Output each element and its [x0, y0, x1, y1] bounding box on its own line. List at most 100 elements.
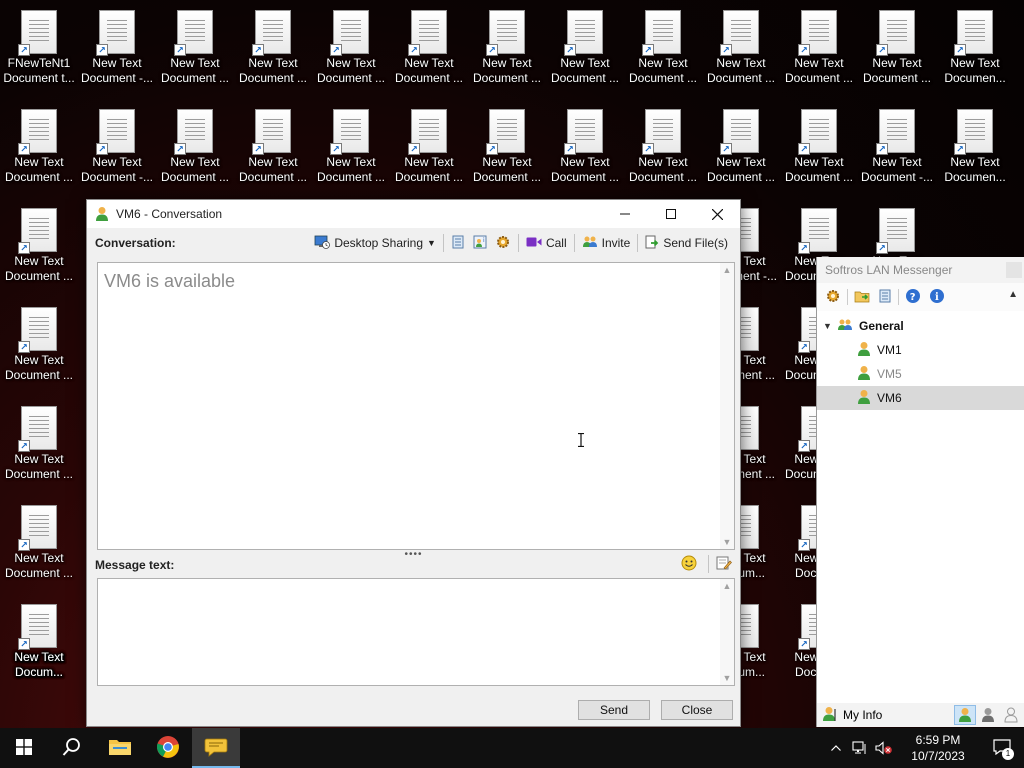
message-input[interactable]: ▲ ▼: [97, 578, 735, 686]
shortcut-arrow-icon: ↗: [798, 539, 810, 551]
search-button[interactable]: [48, 728, 96, 768]
status-offline-button[interactable]: [1000, 705, 1022, 725]
history-scrollbar[interactable]: ▲ ▼: [720, 263, 734, 549]
desktop-file-icon[interactable]: ↗ New Text Documen...: [937, 99, 1013, 195]
scroll-up-icon[interactable]: ▲: [720, 579, 734, 593]
desktop-file-icon[interactable]: ↗New Text Document ...: [703, 0, 779, 96]
desktop-file-icon[interactable]: ↗New Text Document ...: [1, 495, 77, 591]
text-document-icon: ↗: [174, 109, 213, 155]
group-general[interactable]: ▼ General: [817, 314, 1024, 338]
scroll-up-icon[interactable]: ▲: [720, 263, 734, 277]
desktop-file-icon[interactable]: ↗New Text Document ...: [469, 99, 545, 195]
desktop-file-icon[interactable]: ↗New Text Document ...: [1, 396, 77, 492]
notification-center-button[interactable]: 1: [980, 728, 1024, 768]
lan-close-button[interactable]: [1006, 262, 1022, 278]
history-icon[interactable]: [878, 289, 892, 306]
file-explorer-button[interactable]: [96, 728, 144, 768]
desktop-file-icon[interactable]: ↗New Text Document ...: [625, 0, 701, 96]
invite-button[interactable]: Invite: [578, 232, 635, 254]
emoji-button[interactable]: [681, 555, 697, 574]
maximize-button[interactable]: [648, 200, 694, 228]
info-icon[interactable]: i: [929, 288, 945, 307]
desktop-file-icon[interactable]: ↗New Text Document ...: [703, 99, 779, 195]
network-icon[interactable]: [848, 728, 872, 768]
close-window-button[interactable]: [694, 200, 740, 228]
desktop-file-icon[interactable]: ↗New Text Document -...: [79, 0, 155, 96]
desktop-file-icon[interactable]: ↗New Text Document ...: [781, 0, 857, 96]
desktop-file-label: New Text Document -...: [80, 155, 154, 184]
chevron-up-icon[interactable]: ▲: [1008, 289, 1018, 300]
desktop-file-icon[interactable]: ↗New Text Document ...: [235, 99, 311, 195]
call-button[interactable]: Call: [522, 232, 571, 254]
desktop-file-icon[interactable]: ↗New Text Document ...: [157, 99, 233, 195]
contact-vm1[interactable]: VM1: [817, 338, 1024, 362]
volume-muted-icon[interactable]: [872, 728, 896, 768]
desktop-file-icon[interactable]: ↗New Text Document ...: [859, 0, 935, 96]
desktop-file-label: New Text Document ...: [550, 56, 620, 85]
status-online-button[interactable]: [954, 705, 976, 725]
desktop-file-label: New Text Document ...: [784, 56, 854, 85]
desktop-file-icon[interactable]: ↗New Text Document ...: [469, 0, 545, 96]
desktop-file-icon[interactable]: ↗New Text Document ...: [157, 0, 233, 96]
desktop-file-icon[interactable]: ↗New Text Document ...: [391, 0, 467, 96]
desktop-file-icon[interactable]: ↗New Text Document ...: [1, 297, 77, 393]
clock[interactable]: 6:59 PM 10/7/2023: [902, 732, 974, 764]
desktop-file-icon[interactable]: ↗New Text Document ...: [313, 99, 389, 195]
desktop-file-icon[interactable]: ↗New Text Document ...: [391, 99, 467, 195]
send-button[interactable]: Send: [578, 700, 650, 720]
chevron-down-icon[interactable]: ▼: [823, 321, 835, 331]
contact-vm5[interactable]: VM5: [817, 362, 1024, 386]
chevron-up-icon[interactable]: [824, 728, 848, 768]
message-text-label: Message text:: [95, 558, 175, 572]
help-icon[interactable]: ?: [905, 288, 921, 307]
desktop-file-icon[interactable]: ↗New Text Document ...: [625, 99, 701, 195]
scroll-down-icon[interactable]: ▼: [720, 671, 734, 685]
history-button[interactable]: [447, 232, 469, 254]
gear-icon[interactable]: [825, 288, 841, 307]
pane-splitter[interactable]: ••••: [87, 550, 740, 560]
text-document-icon: ↗: [330, 109, 369, 155]
scroll-down-icon[interactable]: ▼: [720, 535, 734, 549]
desktop-file-icon[interactable]: ↗New Text Document -...: [79, 99, 155, 195]
desktop-file-label: New Text Document ...: [160, 155, 230, 184]
desktop-file-icon[interactable]: ↗New Text Document ...: [547, 0, 623, 96]
contact-vm6[interactable]: VM6: [817, 386, 1024, 410]
status-away-button[interactable]: [977, 705, 999, 725]
send-files-button[interactable]: Send File(s): [641, 232, 732, 254]
desktop-file-icon[interactable]: ↗New Text Docum...: [1, 594, 77, 690]
message-scrollbar[interactable]: ▲ ▼: [720, 579, 734, 685]
user-info-button[interactable]: i: [469, 232, 491, 254]
desktop-file-icon[interactable]: ↗New Text Document ...: [1, 198, 77, 294]
minimize-button[interactable]: [602, 200, 648, 228]
desktop-file-icon[interactable]: ↗New Text Document ...: [235, 0, 311, 96]
desktop-file-icon[interactable]: ↗New Text Document ...: [781, 99, 857, 195]
format-button[interactable]: [716, 555, 732, 574]
text-document-icon: ↗: [486, 109, 525, 155]
text-document-icon: ↗: [18, 208, 57, 254]
close-button[interactable]: Close: [661, 700, 733, 720]
shortcut-arrow-icon: ↗: [174, 44, 186, 56]
desktop-file-icon[interactable]: ↗New Text Document -...: [859, 99, 935, 195]
chrome-button[interactable]: [144, 728, 192, 768]
my-info-button[interactable]: My Info: [823, 706, 882, 725]
start-button[interactable]: [0, 728, 48, 768]
lan-title-bar[interactable]: Softros LAN Messenger: [817, 257, 1024, 283]
folder-icon[interactable]: [854, 289, 870, 306]
text-document-icon: ↗: [252, 109, 291, 155]
settings-button[interactable]: [491, 232, 515, 254]
contact-name: VM6: [877, 391, 902, 405]
desktop-file-icon[interactable]: ↗New Text Document ...: [1, 99, 77, 195]
shortcut-arrow-icon: ↗: [954, 143, 966, 155]
shortcut-arrow-icon: ↗: [798, 440, 810, 452]
text-document-icon: ↗: [96, 10, 135, 56]
text-document-icon: ↗: [18, 307, 57, 353]
lan-messenger-taskbar-button[interactable]: [192, 728, 240, 768]
title-bar[interactable]: VM6 - Conversation: [87, 200, 740, 228]
desktop-sharing-button[interactable]: Desktop Sharing ▼: [310, 232, 440, 254]
desktop-file-icon[interactable]: ↗ FNewTeNt1 Document t...: [1, 0, 77, 96]
desktop-file-icon[interactable]: ↗New Text Document ...: [547, 99, 623, 195]
desktop-file-icon[interactable]: ↗New Text Document ...: [313, 0, 389, 96]
desktop-file-icon[interactable]: ↗ New Text Documen...: [937, 0, 1013, 96]
user-info-icon: i: [473, 235, 487, 252]
conversation-history[interactable]: VM6 is available ▲ ▼: [97, 262, 735, 550]
